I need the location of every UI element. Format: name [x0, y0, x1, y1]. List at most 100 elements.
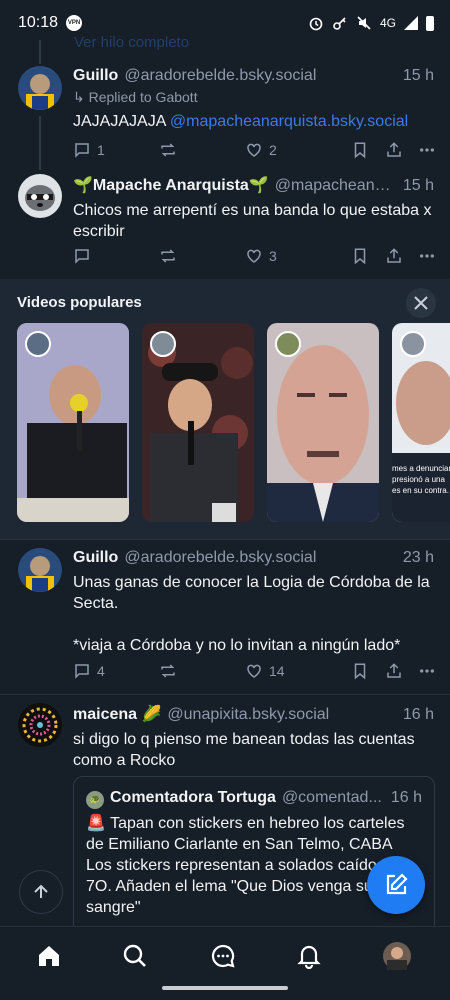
battery-icon [426, 15, 434, 31]
arrow-up-icon [34, 884, 48, 898]
repost-button[interactable] [159, 141, 245, 159]
more-button[interactable] [419, 662, 435, 680]
reply-button[interactable]: 1 [73, 141, 159, 159]
quote-author-name[interactable]: Comentadora Tortuga [110, 789, 276, 807]
heart-icon [247, 664, 261, 678]
author-handle[interactable]: @mapacheana... [275, 177, 395, 195]
avatar[interactable] [18, 66, 62, 110]
more-button[interactable] [419, 247, 435, 265]
status-bar: 10:18 VPN 4G [0, 0, 450, 46]
mute-icon [356, 15, 372, 31]
heart-icon [247, 249, 261, 263]
post-guillo[interactable]: Guillo @aradorebelde.bsky.social 23 h Un… [0, 540, 450, 694]
quote-avatar: 🐢 [86, 790, 104, 809]
status-icons: 4G [308, 15, 434, 31]
avatar[interactable] [18, 548, 62, 592]
chat-icon [211, 944, 235, 968]
share-icon [387, 142, 401, 157]
repost-icon [161, 143, 175, 157]
share-button[interactable] [385, 662, 419, 680]
avatar[interactable] [18, 703, 62, 747]
nav-chat[interactable] [208, 941, 238, 971]
repost-button[interactable] [159, 662, 245, 680]
nav-search[interactable] [120, 941, 150, 971]
like-button[interactable]: 3 [245, 247, 351, 265]
bookmark-button[interactable] [351, 247, 385, 265]
channel-avatar [400, 331, 426, 357]
like-count: 14 [269, 663, 285, 679]
more-button[interactable] [419, 141, 435, 159]
view-thread-link[interactable]: Ver hilo completo [74, 34, 189, 51]
avatar[interactable] [18, 174, 62, 218]
bookmark-button[interactable] [351, 662, 385, 680]
author-name[interactable]: 🌱Mapache Anarquista🌱 [73, 175, 269, 195]
channel-avatar [150, 331, 176, 357]
repost-button[interactable] [159, 247, 245, 265]
channel-avatar [275, 331, 301, 357]
reply-button[interactable]: 4 [73, 662, 159, 680]
heart-icon [247, 143, 261, 157]
search-icon [123, 944, 146, 967]
quote-author-handle[interactable]: @comentad... [282, 789, 383, 807]
quoted-post[interactable]: 🐢 Comentadora Tortuga @comentad... 16 h … [73, 776, 435, 936]
network-label: 4G [379, 16, 396, 30]
thread-line [39, 40, 41, 64]
key-icon [332, 15, 348, 31]
post-text: Unas ganas de conocer la Logia de Córdob… [73, 574, 430, 654]
share-button[interactable] [385, 247, 419, 265]
post-time: 23 h [402, 549, 434, 566]
post-time: 16 h [402, 706, 434, 723]
author-name[interactable]: maicena 🌽 [73, 704, 161, 724]
alarm-icon [308, 15, 324, 31]
video-card[interactable]: mes a denunciar presionó a una es en su … [392, 323, 450, 522]
bookmark-icon [354, 142, 366, 159]
compose-button[interactable] [367, 856, 425, 914]
close-videos-button[interactable] [406, 288, 436, 318]
video-card[interactable] [267, 323, 379, 522]
post-time: 15 h [402, 177, 434, 194]
home-icon [39, 946, 59, 966]
reply-button[interactable] [73, 247, 159, 265]
more-icon [420, 254, 434, 258]
author-name[interactable]: Guillo [73, 549, 118, 567]
like-button[interactable]: 2 [245, 141, 351, 159]
author-handle[interactable]: @aradorebelde.bsky.social [124, 549, 395, 567]
author-name[interactable]: Guillo [73, 67, 118, 85]
mention-link[interactable]: @mapacheanarquista.bsky.social [170, 113, 408, 130]
signal-icon [404, 16, 418, 30]
reply-count: 1 [97, 142, 105, 158]
post-text: JAJAJAJAJA @mapacheanarquista.bsky.socia… [73, 111, 434, 132]
like-button[interactable]: 14 [245, 662, 351, 680]
nav-profile[interactable] [382, 941, 412, 971]
more-icon [420, 669, 434, 673]
reply-icon [75, 143, 89, 158]
author-handle[interactable]: @aradorebelde.bsky.social [124, 67, 395, 85]
like-count: 3 [269, 248, 277, 264]
bookmark-button[interactable] [351, 141, 385, 159]
share-icon [387, 248, 401, 263]
video-card[interactable] [142, 323, 254, 522]
author-handle[interactable]: @unapixita.bsky.social [167, 706, 394, 724]
reply-count: 4 [97, 663, 105, 679]
post-text: si digo lo q pienso me banean todas las … [73, 731, 420, 769]
nav-notifications[interactable] [294, 941, 324, 971]
repost-icon [161, 664, 175, 678]
nav-home[interactable] [34, 941, 64, 971]
share-button[interactable] [385, 141, 419, 159]
post-guillo-reply[interactable]: Guillo @aradorebelde.bsky.social 15 h ↳ … [0, 62, 450, 170]
gesture-bar [162, 986, 288, 990]
profile-avatar [383, 942, 411, 970]
scroll-top-button[interactable] [19, 870, 63, 914]
reply-note[interactable]: ↳ Replied to Gabott [73, 89, 434, 106]
video-caption: mes a denunciar presionó a una es en su … [392, 464, 450, 495]
channel-avatar [25, 331, 51, 357]
post-mapache[interactable]: 🌱Mapache Anarquista🌱 @mapacheana... 15 h… [0, 170, 450, 278]
popular-videos-title: Videos populares [17, 294, 142, 311]
share-icon [387, 663, 401, 678]
reply-icon [75, 249, 89, 264]
bookmark-icon [354, 248, 366, 265]
post-text: Chicos me arrepentí es una banda lo que … [73, 202, 436, 240]
post-text-plain: JAJAJAJAJA [73, 113, 170, 130]
more-icon [420, 148, 434, 152]
video-card[interactable] [17, 323, 129, 522]
